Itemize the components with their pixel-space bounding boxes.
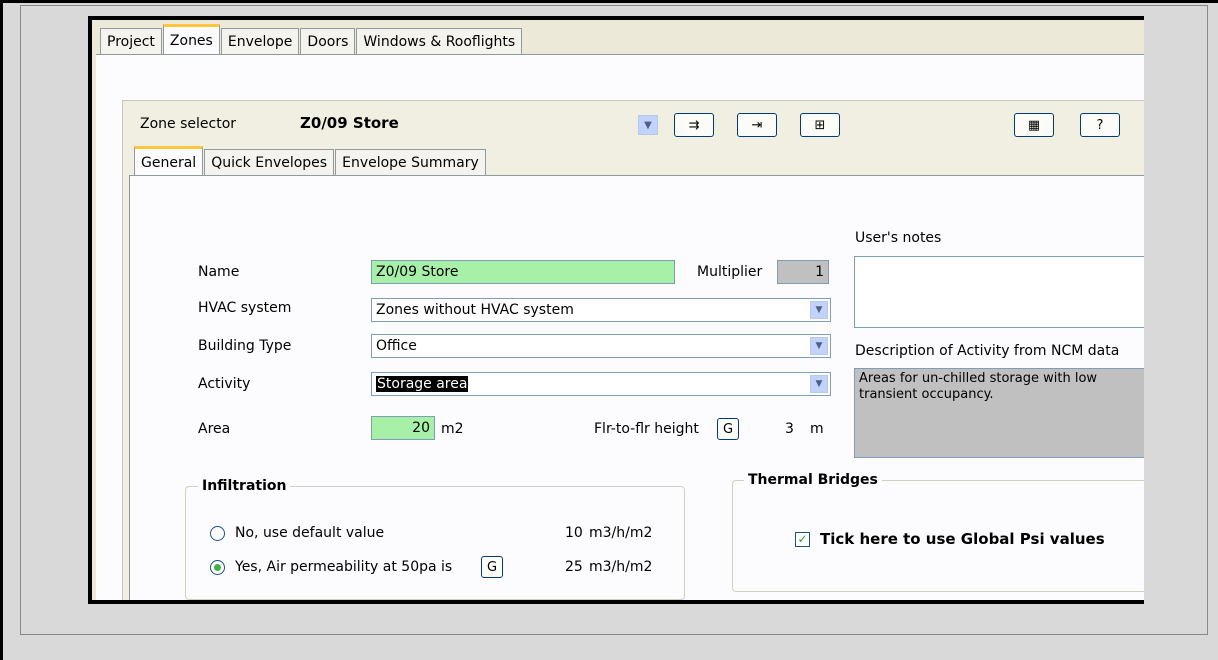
option-permeability-label: Yes, Air permeability at 50pa is bbox=[235, 559, 453, 575]
default-value-radio[interactable] bbox=[210, 526, 225, 541]
tab-quick-envelopes[interactable]: Quick Envelopes bbox=[204, 149, 335, 176]
zone-selector-label: Zone selector bbox=[140, 116, 237, 132]
tab-project[interactable]: Project bbox=[100, 28, 162, 54]
flr-value: 3 bbox=[785, 421, 794, 437]
zone-dropdown-icon[interactable]: ▼ bbox=[638, 115, 658, 135]
hvac-select[interactable]: Zones without HVAC system ▼ bbox=[371, 298, 831, 322]
chevron-down-icon[interactable]: ▼ bbox=[810, 375, 828, 393]
chevron-down-icon[interactable]: ▼ bbox=[810, 337, 828, 355]
flr-global-button[interactable]: G bbox=[717, 418, 739, 440]
flr-unit: m bbox=[810, 421, 824, 437]
hvac-label: HVAC system bbox=[198, 300, 292, 316]
tab-envelope-summary[interactable]: Envelope Summary bbox=[335, 149, 486, 176]
activity-label: Activity bbox=[198, 376, 251, 392]
export-zone-button[interactable]: ⇥ bbox=[737, 113, 777, 137]
global-psi-label: Tick here to use Global Psi values bbox=[820, 530, 1105, 548]
tab-general[interactable]: General bbox=[134, 146, 204, 176]
thermal-bridges-title: Thermal Bridges bbox=[744, 472, 882, 488]
hvac-value: Zones without HVAC system bbox=[376, 302, 574, 318]
app-window: Project Zones Envelope Doors Windows & R… bbox=[88, 16, 1144, 604]
zone-subtabs: General Quick Envelopes Envelope Summary bbox=[134, 146, 487, 176]
multiplier-field[interactable]: 1 bbox=[777, 260, 829, 284]
tab-zones[interactable]: Zones bbox=[162, 24, 220, 54]
infiltration-title: Infiltration bbox=[198, 478, 291, 494]
activity-select[interactable]: Storage area ▼ bbox=[371, 372, 831, 396]
area-unit: m2 bbox=[441, 421, 464, 437]
name-field[interactable]: Z0/09 Store bbox=[371, 260, 675, 284]
building-type-select[interactable]: Office ▼ bbox=[371, 334, 831, 358]
option-default-label: No, use default value bbox=[235, 525, 385, 541]
building-type-label: Building Type bbox=[198, 338, 292, 354]
permeability-global-button[interactable]: G bbox=[481, 556, 503, 578]
chevron-down-icon[interactable]: ▼ bbox=[810, 301, 828, 319]
help-button[interactable]: ? bbox=[1080, 113, 1120, 137]
tab-doors[interactable]: Doors bbox=[300, 28, 356, 54]
tab-windows-rooflights[interactable]: Windows & Rooflights bbox=[356, 28, 523, 54]
building-type-value: Office bbox=[376, 338, 417, 354]
activity-value: Storage area bbox=[376, 376, 469, 392]
option-permeability-value: 25 bbox=[565, 559, 583, 575]
area-field[interactable]: 20 bbox=[371, 416, 435, 440]
zone-selector-value[interactable]: Z0/09 Store bbox=[300, 114, 399, 132]
name-label: Name bbox=[198, 264, 240, 280]
tab-envelope[interactable]: Envelope bbox=[220, 28, 300, 54]
flr-label: Flr-to-flr height bbox=[594, 421, 699, 437]
option-permeability-unit: m3/h/m2 bbox=[589, 559, 653, 575]
option-default-value: 10 bbox=[565, 525, 583, 541]
table-button[interactable]: ▦ bbox=[1014, 113, 1054, 137]
multiplier-label: Multiplier bbox=[697, 264, 763, 280]
air-permeability-radio[interactable] bbox=[210, 560, 225, 575]
users-notes-label: User's notes bbox=[855, 230, 942, 246]
description-field: Areas for un-chilled storage with low tr… bbox=[854, 368, 1144, 458]
copy-zone-button[interactable]: ⊞ bbox=[800, 113, 840, 137]
main-tabs: Project Zones Envelope Doors Windows & R… bbox=[100, 24, 523, 54]
infiltration-group bbox=[185, 486, 685, 600]
users-notes-field[interactable] bbox=[854, 256, 1144, 328]
option-default-unit: m3/h/m2 bbox=[589, 525, 653, 541]
description-label: Description of Activity from NCM data bbox=[855, 343, 1120, 359]
import-zone-button[interactable]: ⇉ bbox=[674, 113, 714, 137]
area-label: Area bbox=[198, 421, 231, 437]
global-psi-checkbox[interactable]: ✓ bbox=[795, 532, 810, 547]
